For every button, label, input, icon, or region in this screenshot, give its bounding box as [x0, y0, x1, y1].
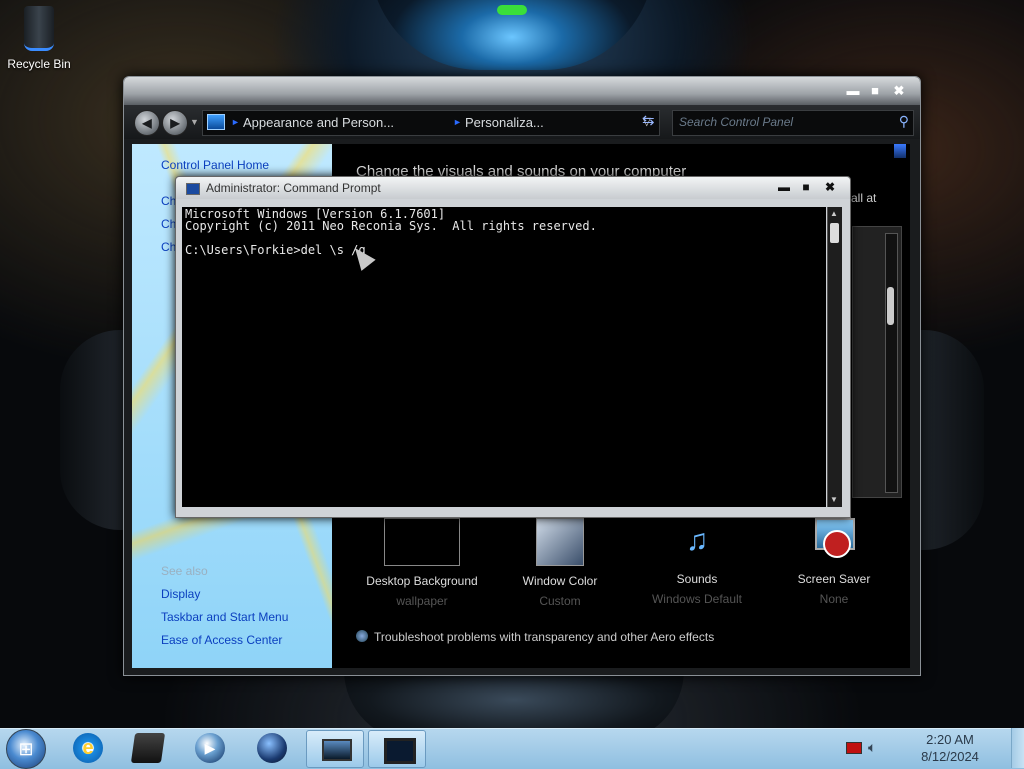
control-panel-icon [207, 114, 225, 130]
console-scrollbar[interactable]: ▲ ▼ [827, 207, 842, 507]
back-arrow-icon: ◀ [142, 116, 152, 130]
taskbar-internet-explorer[interactable]: e [60, 730, 116, 766]
back-button[interactable]: ◀ [134, 110, 160, 136]
breadcrumb-separator-icon[interactable]: ► [453, 117, 462, 127]
control-panel-home-link[interactable]: Control Panel Home [161, 158, 269, 172]
wallpaper-light [497, 5, 527, 15]
forward-button[interactable]: ▶ [162, 110, 188, 136]
taskbar-globe-app[interactable] [244, 730, 300, 766]
window-title: Administrator: Command Prompt [206, 181, 381, 195]
search-icon[interactable]: ⚲ [899, 113, 909, 130]
troubleshoot-icon [356, 630, 368, 642]
troubleshoot-text: Troubleshoot problems with transparency … [374, 630, 715, 644]
action-center-flag-icon[interactable] [846, 742, 862, 754]
tile-label: Screen Saver [797, 572, 871, 586]
troubleshoot-link[interactable]: Troubleshoot problems with transparency … [356, 630, 714, 644]
breadcrumb-appearance[interactable]: Appearance and Person... [243, 115, 394, 130]
recycle-bin-icon [24, 6, 54, 51]
see-also-heading: See also [161, 564, 208, 578]
theme-list-scrollbar[interactable] [852, 226, 902, 498]
tile-sublabel: None [819, 592, 849, 606]
sounds-tile[interactable]: ♫ Sounds Windows Default [632, 518, 762, 606]
desktop-background-tile[interactable]: Desktop Background wallpaper [357, 518, 487, 608]
taskbar-media-player[interactable]: ▶ [182, 730, 238, 766]
recycle-bin[interactable]: Recycle Bin [4, 6, 74, 71]
globe-icon [257, 733, 287, 763]
scrollbar-thumb[interactable] [887, 287, 894, 325]
maximize-button[interactable]: ■ [866, 83, 884, 98]
show-desktop-button[interactable] [1011, 728, 1024, 768]
close-button[interactable]: ✖ [822, 180, 838, 194]
screen-saver-tile[interactable]: Screen Saver None [769, 518, 899, 606]
tile-sublabel: Custom [539, 594, 581, 608]
help-icon[interactable] [894, 144, 906, 158]
breadcrumb-personalization[interactable]: Personaliza... [465, 115, 544, 130]
console-line: Copyright (c) 2011 Neo Reconia Sys. All … [185, 219, 597, 233]
tile-sublabel: Windows Default [651, 592, 743, 606]
address-bar[interactable]: ► Appearance and Person... ► Personaliza… [202, 110, 660, 136]
breadcrumb-separator-icon[interactable]: ► [231, 117, 240, 127]
forward-arrow-icon: ▶ [170, 116, 180, 130]
command-prompt-titlebar[interactable]: Administrator: Command Prompt ▬ ■ ✖ [176, 177, 850, 199]
window-color-tile[interactable]: Window Color Custom [495, 518, 625, 608]
wallpaper-helmet-top [370, 0, 654, 70]
scroll-down-icon[interactable]: ▼ [830, 495, 838, 504]
theme-description-text: all at [851, 191, 877, 205]
taskbar-control-panel[interactable] [306, 730, 364, 768]
tile-label: Sounds [676, 572, 718, 586]
taskbar-command-prompt[interactable] [368, 730, 426, 768]
control-panel-icon [322, 739, 352, 761]
navigation-bar: ◀ ▶ ▼ ► Appearance and Person... ► Perso… [124, 105, 920, 139]
minimize-button[interactable]: ▬ [844, 83, 862, 98]
clock-date: 8/12/2024 [921, 749, 979, 764]
start-button[interactable]: ⊞ [6, 729, 46, 769]
scroll-up-icon[interactable]: ▲ [830, 209, 838, 218]
scrollbar-thumb[interactable] [830, 223, 839, 243]
windows-logo-icon: ⊞ [18, 739, 34, 759]
ease-of-access-link[interactable]: Ease of Access Center [161, 633, 282, 647]
internet-explorer-icon: e [73, 733, 103, 763]
minimize-button[interactable]: ▬ [776, 180, 792, 194]
console-output[interactable]: Microsoft Windows [Version 6.1.7601] Cop… [182, 207, 826, 507]
folder-icon [130, 733, 166, 763]
screen-saver-icon [811, 518, 857, 564]
volume-icon[interactable]: 🔈︎ [868, 739, 876, 756]
tile-sublabel: wallpaper [396, 594, 448, 608]
media-player-icon: ▶ [195, 733, 225, 763]
tile-label: Desktop Background [366, 574, 478, 588]
control-panel-titlebar[interactable]: ▬ ■ ✖ [124, 77, 920, 105]
recycle-bin-label: Recycle Bin [7, 57, 71, 71]
window-color-icon [536, 518, 584, 566]
refresh-icon[interactable]: ⇆ [642, 111, 655, 129]
close-button[interactable]: ✖ [890, 83, 908, 99]
taskbar-file-explorer[interactable] [120, 730, 176, 766]
console-prompt[interactable]: C:\Users\Forkie>del \s /q [185, 243, 366, 257]
maximize-button[interactable]: ■ [798, 180, 814, 194]
command-prompt-window: Administrator: Command Prompt ▬ ■ ✖ Micr… [175, 176, 851, 518]
clock-time: 2:20 AM [926, 732, 974, 747]
command-prompt-icon [186, 183, 200, 195]
search-placeholder: Search Control Panel [679, 115, 794, 129]
system-clock[interactable]: 2:20 AM 8/12/2024 [898, 731, 1002, 765]
command-prompt-icon [384, 738, 416, 764]
taskbar-start-menu-link[interactable]: Taskbar and Start Menu [161, 610, 288, 624]
display-link[interactable]: Display [161, 587, 200, 601]
recent-pages-dropdown[interactable]: ▼ [190, 117, 199, 127]
sounds-icon: ♫ [685, 524, 709, 557]
search-input[interactable]: Search Control Panel ⚲ [672, 110, 914, 136]
scrollbar-track[interactable] [885, 233, 898, 493]
tile-label: Window Color [522, 574, 598, 588]
desktop-background-icon [384, 518, 460, 566]
